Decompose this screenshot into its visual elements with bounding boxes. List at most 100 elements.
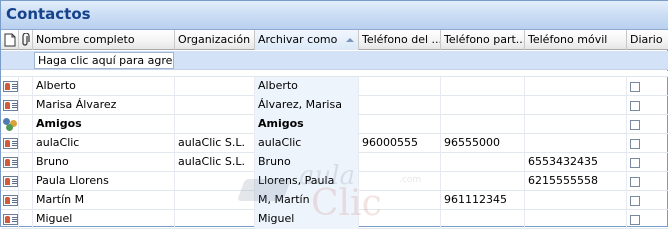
cell-movil[interactable] [525,191,627,210]
cell-archivar[interactable]: aulaClic [255,134,359,153]
diario-checkbox[interactable] [630,158,640,168]
cell-attachment [19,191,33,210]
window-title: Contactos [6,5,91,23]
column-header-nombre[interactable]: Nombre completo [33,30,175,50]
cell-nombre[interactable]: Amigos [33,115,175,134]
cell-organizacion[interactable]: aulaClic S.L. [175,153,255,172]
diario-checkbox[interactable] [630,196,640,206]
cell-telefono-particular[interactable] [441,96,525,115]
cell-telefono-particular[interactable] [441,210,525,229]
column-header-attachment[interactable] [19,30,33,50]
contact-card-icon [3,176,18,187]
cell-telefono-particular[interactable] [441,153,525,172]
cell-icon [1,77,19,96]
cell-archivar[interactable]: Llorens, Paula [255,172,359,191]
cell-movil[interactable]: 6215555558 [525,172,627,191]
column-header-movil[interactable]: Teléfono móvil [525,30,627,50]
cell-nombre[interactable]: Martín M [33,191,175,210]
diario-checkbox[interactable] [630,139,640,149]
cell-telefono-particular[interactable] [441,115,525,134]
cell-telefono-particular[interactable] [441,77,525,96]
cell-organizacion[interactable] [175,96,255,115]
cell-telefono[interactable] [359,77,441,96]
distribution-list-icon [3,118,18,131]
cell-icon [1,153,19,172]
cell-nombre[interactable]: Marisa Álvarez [33,96,175,115]
cell-movil[interactable] [525,77,627,96]
new-item-input[interactable]: Haga clic aquí para agre... [34,52,174,69]
cell-telefono-particular[interactable]: 96555000 [441,134,525,153]
cell-telefono[interactable] [359,153,441,172]
cell-organizacion[interactable] [175,77,255,96]
contact-card-icon [3,81,18,92]
cell-telefono[interactable] [359,210,441,229]
cell-archivar[interactable]: M, Martín [255,191,359,210]
table-row[interactable]: Marisa Álvarez Álvarez, Marisa [1,96,668,115]
cell-nombre[interactable]: Bruno [33,153,175,172]
new-item-row: Haga clic aquí para agre... [1,51,668,70]
table-row[interactable]: aulaClic aulaClic S.L. aulaClic 96000555 965… [1,134,668,153]
cell-telefono-particular[interactable]: 961112345 [441,191,525,210]
cell-telefono[interactable] [359,115,441,134]
contact-card-icon [3,214,18,225]
cell-telefono[interactable] [359,172,441,191]
table-row[interactable]: Miguel Miguel [1,210,668,229]
item-type-icon [4,33,16,47]
cell-organizacion[interactable]: aulaClic S.L. [175,134,255,153]
contact-card-icon [3,195,18,206]
diario-checkbox[interactable] [630,177,640,187]
cell-telefono[interactable]: 96000555 [359,134,441,153]
cell-archivar[interactable]: Miguel [255,210,359,229]
cell-icon [1,96,19,115]
contact-card-icon [3,100,18,111]
cell-archivar[interactable]: Álvarez, Marisa [255,96,359,115]
cell-archivar[interactable]: Bruno [255,153,359,172]
cell-organizacion[interactable] [175,191,255,210]
cell-icon [1,210,19,229]
column-header-row: Nombre completo Organización Archivar co… [1,30,668,50]
cell-telefono[interactable] [359,96,441,115]
table-row[interactable]: Alberto Alberto [1,77,668,96]
column-header-icon[interactable] [1,30,19,50]
cell-telefono-particular[interactable] [441,172,525,191]
cell-attachment [19,134,33,153]
column-header-telefono-particular[interactable]: Teléfono part... [441,30,525,50]
cell-attachment [19,115,33,134]
table-row[interactable]: Bruno aulaClic S.L. Bruno 6553432435 [1,153,668,172]
cell-movil[interactable] [525,210,627,229]
column-header-archivar-label: Archivar como [258,33,338,46]
cell-icon [1,172,19,191]
diario-checkbox[interactable] [630,120,640,130]
column-header-organizacion[interactable]: Organización [175,30,255,50]
column-header-archivar[interactable]: Archivar como [255,30,359,50]
cell-icon [1,134,19,153]
cell-archivar[interactable]: Amigos [255,115,359,134]
table-row[interactable]: Paula Llorens Llorens, Paula 6215555558 [1,172,668,191]
cell-telefono[interactable] [359,191,441,210]
cell-organizacion[interactable] [175,115,255,134]
column-header-telefono[interactable]: Teléfono del ... [359,30,441,50]
contact-card-icon [3,157,18,168]
diario-checkbox[interactable] [630,215,640,225]
cell-icon [1,115,19,134]
diario-checkbox[interactable] [630,101,640,111]
table-row[interactable]: Amigos Amigos [1,115,668,134]
cell-nombre[interactable]: Alberto [33,77,175,96]
paperclip-icon [22,33,30,46]
cell-movil[interactable] [525,115,627,134]
cell-nombre[interactable]: Paula Llorens [33,172,175,191]
cell-movil[interactable] [525,96,627,115]
cell-organizacion[interactable] [175,172,255,191]
cell-movil[interactable]: 6553432435 [525,153,627,172]
table-row[interactable]: Martín M M, Martín 961112345 [1,191,668,210]
cell-attachment [19,77,33,96]
cell-nombre[interactable]: Miguel [33,210,175,229]
cell-archivar[interactable]: Alberto [255,77,359,96]
contacts-window: Contactos Nombre completo Organización A… [0,0,668,229]
column-header-diario[interactable]: Diario [627,30,668,50]
diario-checkbox[interactable] [630,82,640,92]
cell-nombre[interactable]: aulaClic [33,134,175,153]
cell-movil[interactable] [525,134,627,153]
title-bar: Contactos [1,1,668,30]
cell-organizacion[interactable] [175,210,255,229]
